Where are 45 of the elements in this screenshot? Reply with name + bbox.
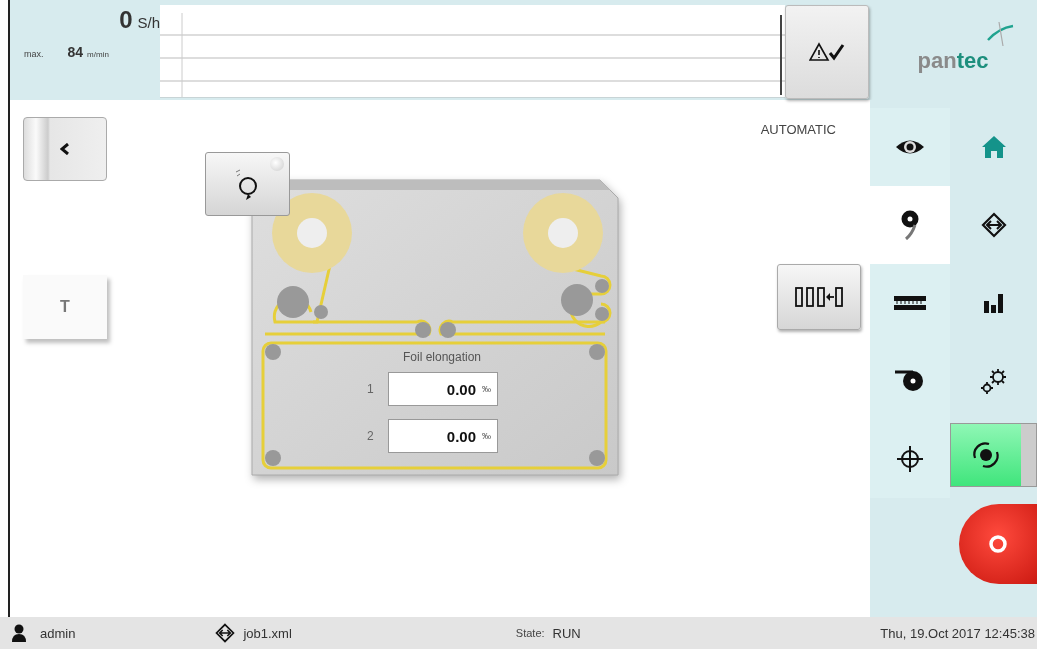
warning-check-icon (809, 42, 845, 62)
import-export-icon (215, 623, 236, 643)
text-button[interactable]: T (23, 275, 107, 339)
gears-icon (978, 366, 1009, 396)
state-value: RUN (552, 625, 581, 641)
logo: pantec (869, 0, 1037, 100)
chevron-left-icon (60, 143, 70, 155)
mode-label: AUTOMATIC (760, 122, 836, 137)
crosshair-icon (897, 446, 923, 472)
threading-mode-button[interactable] (205, 152, 290, 216)
sensor-number: 1 (367, 382, 374, 396)
slide-in-button[interactable] (777, 264, 861, 330)
speed-value: 0 (119, 6, 133, 34)
sensor-number: 2 (367, 429, 374, 443)
eye-icon (895, 138, 925, 156)
acknowledge-alarm-button[interactable] (785, 5, 869, 99)
stop-button[interactable] (959, 504, 1037, 584)
spiral-icon (971, 440, 1001, 470)
view-tab[interactable] (870, 264, 950, 342)
import-export-icon (980, 212, 1007, 238)
status-indicator-icon (270, 157, 284, 171)
user-icon (12, 624, 26, 642)
slide-in-icon (794, 286, 844, 308)
logo-swoosh-icon (985, 20, 1015, 48)
ruler-icon (894, 296, 926, 310)
speed-unit: S/h (137, 14, 160, 31)
max-speed-value: 84 (67, 44, 84, 60)
user-name: admin (40, 625, 76, 641)
view-tab[interactable] (870, 108, 950, 186)
elongation-field[interactable]: 0.00 ‰ (388, 372, 498, 406)
job-file-name: job1.xml (243, 625, 292, 641)
reel-icon (900, 210, 920, 240)
drive-toggle-button[interactable] (950, 423, 1037, 487)
view-tab[interactable] (870, 420, 950, 498)
bar-chart-icon (982, 293, 1005, 313)
max-speed-unit: m/min (87, 50, 109, 59)
date-time: Thu, 19.Oct 2017 12:45:38 (880, 625, 1036, 641)
home-icon (980, 135, 1007, 159)
view-tab[interactable] (870, 186, 950, 264)
elongation-field[interactable]: 0.00 ‰ (388, 419, 498, 453)
max-label: max. (24, 49, 44, 59)
roll-icon (895, 369, 925, 393)
foil-elongation-label: Foil elongation (401, 350, 483, 364)
state-label: State: (515, 627, 545, 639)
circle-icon (988, 534, 1008, 554)
